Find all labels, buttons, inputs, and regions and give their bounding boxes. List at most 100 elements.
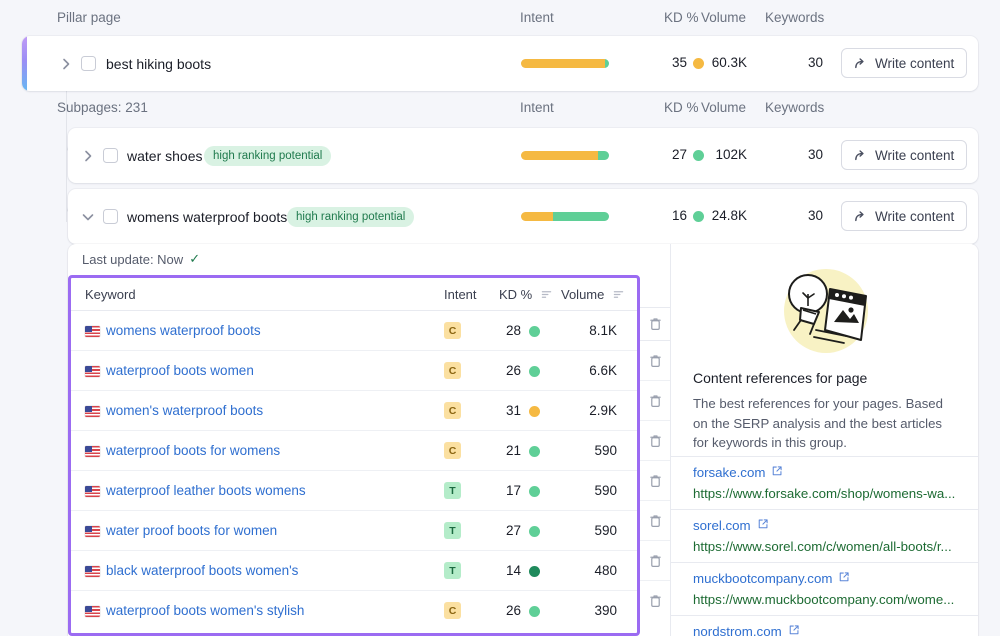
volume-value: 590 [594, 443, 617, 458]
table-row[interactable]: waterproof boots women C 26 6.6K [71, 351, 637, 391]
row-action-cell [640, 461, 670, 501]
kd-value: 31 [505, 403, 521, 418]
volume-value: 590 [594, 523, 617, 538]
keyword-link[interactable]: waterproof leather boots womens [106, 483, 306, 498]
trash-icon[interactable] [649, 554, 662, 568]
keyword-link[interactable]: women's waterproof boots [106, 403, 263, 418]
reference-domain-link[interactable]: forsake.com [693, 465, 783, 480]
table-row[interactable]: water proof boots for women T 27 590 [71, 511, 637, 551]
sort-icon[interactable] [613, 288, 624, 303]
subpage-row-womens-waterproof-boots[interactable]: womens waterproof boots high ranking pot… [68, 189, 978, 244]
subpage-volume-value: 24.8K [711, 208, 747, 223]
row-checkbox[interactable] [103, 148, 118, 163]
pillar-page-title[interactable]: best hiking boots [106, 56, 211, 72]
trash-icon[interactable] [649, 354, 662, 368]
row-checkbox[interactable] [103, 209, 118, 224]
column-pillar-page: Pillar page [57, 10, 121, 25]
reference-domain-link[interactable]: muckbootcompany.com [693, 571, 850, 586]
reference-item[interactable]: forsake.com https://www.forsake.com/shop/… [671, 457, 978, 510]
subpage-kd-value: 16 [671, 208, 687, 223]
reference-domain-label: muckbootcompany.com [693, 571, 833, 586]
column-kd: KD % [664, 10, 699, 25]
kw-col-volume[interactable]: Volume [561, 287, 624, 303]
subpage-kd-value: 27 [671, 147, 687, 162]
actions-header-spacer [640, 275, 670, 308]
kd-status-dot [529, 406, 540, 417]
subpages-count-label: Subpages: 231 [57, 100, 148, 115]
table-row[interactable]: women's waterproof boots C 31 2.9K [71, 391, 637, 431]
intent-chip: C [444, 402, 461, 419]
keyword-link[interactable]: water proof boots for women [106, 523, 277, 538]
volume-value: 480 [594, 563, 617, 578]
trash-icon[interactable] [649, 514, 662, 528]
volume-value: 8.1K [589, 323, 617, 338]
intent-distribution-bar [521, 151, 609, 160]
kw-col-intent: Intent [444, 287, 477, 302]
external-link-icon [757, 518, 769, 533]
table-row[interactable]: womens waterproof boots C 28 8.1K [71, 311, 637, 351]
kw-col-kd[interactable]: KD % [499, 287, 552, 303]
keyword-strategy-page: Pillar page Intent KD % Volume Keywords … [0, 0, 1000, 636]
reference-item[interactable]: sorel.com https://www.sorel.com/c/women/a… [671, 510, 978, 563]
trash-icon[interactable] [649, 394, 662, 408]
write-content-button[interactable]: Write content [841, 201, 968, 231]
keyword-link[interactable]: waterproof boots women's stylish [106, 603, 304, 618]
keyword-rows-container: womens waterproof boots C 28 8.1K waterproof… [71, 311, 637, 631]
row-action-cell [640, 308, 670, 341]
subpage-keywords-value: 30 [807, 147, 823, 162]
kd-value: 26 [505, 363, 521, 378]
keyword-link[interactable]: black waterproof boots women's [106, 563, 298, 578]
intent-chip: C [444, 322, 461, 339]
trash-icon[interactable] [649, 317, 662, 331]
keyword-link[interactable]: waterproof boots women [106, 363, 254, 378]
trash-icon[interactable] [649, 434, 662, 448]
intent-chip: T [444, 522, 461, 539]
last-update-label: Last update: Now [82, 251, 184, 267]
expand-chevron-right-icon[interactable] [58, 56, 74, 72]
intent-chip: T [444, 562, 461, 579]
reference-item[interactable]: muckbootcompany.com https://www.muckbootc… [671, 563, 978, 616]
us-flag-icon [85, 486, 100, 497]
table-row[interactable]: waterproof boots women's stylish C 26 390 [71, 591, 637, 631]
table-column-header: Pillar page Intent KD % Volume Keywords [0, 0, 1000, 36]
kw-col-volume-label: Volume [561, 287, 605, 302]
content-references-panel: Content references for page The best ref… [670, 244, 978, 636]
us-flag-icon [85, 366, 100, 377]
lightbulb-article-illustration [770, 258, 880, 369]
keyword-link[interactable]: waterproof boots for womens [106, 443, 280, 458]
us-flag-icon [85, 326, 100, 337]
trash-icon[interactable] [649, 594, 662, 608]
kw-col-kd-label: KD % [499, 287, 533, 302]
write-content-button[interactable]: Write content [841, 48, 968, 78]
subpage-title[interactable]: water shoes [127, 148, 202, 164]
volume-value: 6.6K [589, 363, 617, 378]
reference-domain-link[interactable]: sorel.com [693, 518, 769, 533]
expand-chevron-right-icon[interactable] [80, 148, 96, 164]
us-flag-icon [85, 526, 100, 537]
write-content-label: Write content [875, 208, 955, 224]
keyword-link[interactable]: womens waterproof boots [106, 323, 261, 338]
volume-value: 2.9K [589, 403, 617, 418]
keyword-table-section: Last update: Now ✓ Keyword Intent KD % V… [68, 244, 670, 636]
collapse-chevron-down-icon[interactable] [80, 209, 96, 225]
kd-value: 28 [505, 323, 521, 338]
pillar-row[interactable]: best hiking boots 35 60.3K 30 Write cont… [22, 36, 978, 91]
kd-status-dot [529, 606, 540, 617]
trash-icon[interactable] [649, 474, 662, 488]
table-row[interactable]: waterproof leather boots womens T 17 590 [71, 471, 637, 511]
subcolumn-kd: KD % [664, 100, 699, 115]
volume-value: 590 [594, 483, 617, 498]
row-checkbox[interactable] [81, 56, 96, 71]
reference-url: https://www.forsake.com/shop/womens-wa..… [693, 486, 956, 501]
intent-chip: C [444, 442, 461, 459]
write-content-button[interactable]: Write content [841, 140, 968, 170]
sort-icon[interactable] [541, 288, 552, 303]
subpage-row-water-shoes[interactable]: water shoes high ranking potential 27 10… [68, 128, 978, 183]
reference-domain-link[interactable]: nordstrom.com [693, 624, 800, 636]
kd-value: 21 [505, 443, 521, 458]
table-row[interactable]: black waterproof boots women's T 14 480 [71, 551, 637, 591]
subpage-title[interactable]: womens waterproof boots [127, 209, 287, 225]
table-row[interactable]: waterproof boots for womens C 21 590 [71, 431, 637, 471]
subcolumn-intent: Intent [520, 100, 554, 115]
reference-item[interactable]: nordstrom.com [671, 616, 978, 636]
